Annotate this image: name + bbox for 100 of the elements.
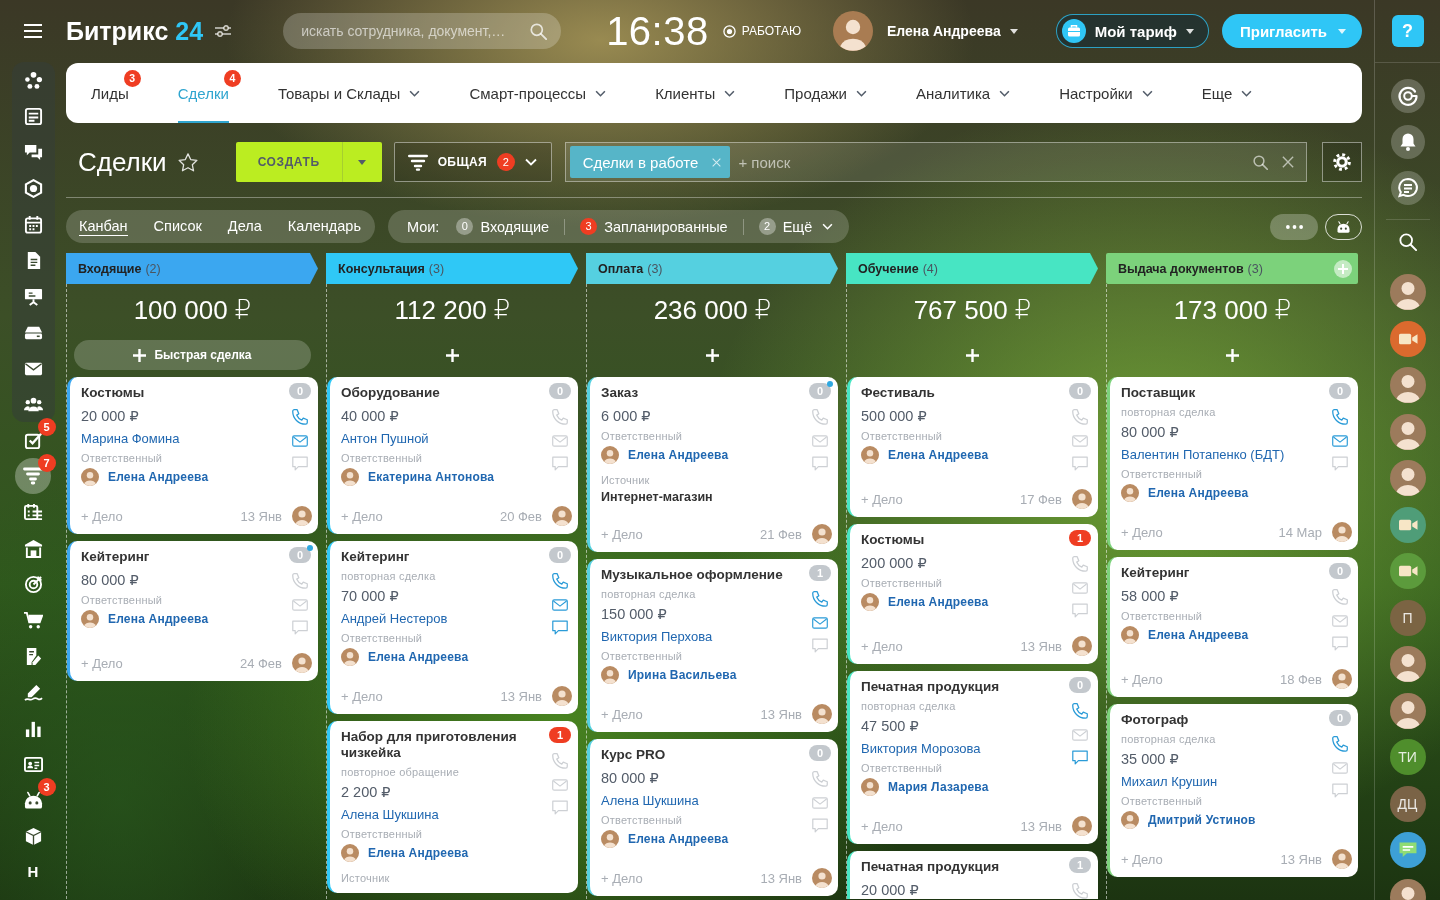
avatar-icon[interactable] [1389,646,1426,682]
quick-deal-button[interactable]: Быстрая сделка [74,340,311,370]
client-link[interactable]: Антон Пушной [341,428,429,450]
hexagon-icon[interactable] [23,178,43,198]
menu-tab[interactable]: Клиенты [655,63,736,123]
envelope-icon[interactable] [292,435,308,447]
counter-filter[interactable]: 0 Входящие [456,218,550,235]
phone-icon[interactable] [292,409,308,425]
menu-tab[interactable]: Настройки [1059,63,1153,123]
create-button[interactable]: СОЗДАТЬ [235,142,342,182]
category-button[interactable]: ОБЩАЯ 2 [393,142,552,182]
filter-input[interactable]: + поиск [738,151,1245,173]
deal-title[interactable]: Заказ [601,385,645,401]
responsible-link[interactable]: Елена Андреева [888,448,989,462]
responsible-link[interactable]: Елена Андреева [888,595,989,609]
signature-pen-icon[interactable] [23,682,43,702]
sliders-icon[interactable] [215,25,232,37]
calendar-list-icon[interactable] [23,502,43,522]
chat-bubble-icon[interactable] [1389,832,1426,868]
deal-title[interactable]: Костюмы [81,385,151,401]
plus-icon[interactable] [706,348,719,362]
deal-title[interactable]: Печатная продукция [861,859,1006,875]
contact-card-icon[interactable] [23,754,43,774]
client-link[interactable]: Марина Фомина [81,428,180,450]
star-icon[interactable] [177,152,198,172]
calendar-icon[interactable] [23,214,43,234]
deal-title[interactable]: Кейтеринг [81,549,156,565]
responsible-link[interactable]: Дмитрий Устинов [1148,813,1256,827]
chat-lines-icon[interactable] [1390,171,1425,205]
menu-tab[interactable]: Товары и Склады [277,63,421,123]
envelope-icon[interactable] [552,599,568,611]
work-status-button[interactable]: РАБОТАЮ [722,24,802,38]
client-link[interactable]: Алена Шукшина [341,804,439,826]
contact-initials[interactable]: ТИ [1389,739,1426,775]
client-link[interactable]: Алена Шукшина [601,790,699,812]
speech-bubble-icon[interactable] [1072,750,1088,765]
search-input[interactable]: искать сотрудника, документ,… [301,21,531,41]
avatar-icon[interactable] [1389,367,1426,403]
counter-filter[interactable]: 2 Ещё [758,218,834,235]
phone-icon[interactable] [1332,409,1348,425]
envelope-icon[interactable] [1332,435,1348,447]
avatar-icon[interactable] [1389,274,1426,310]
responsible-link[interactable]: Елена Андреева [628,448,729,462]
logo[interactable]: Битрикс 24 [66,16,204,46]
phone-icon[interactable] [1072,703,1088,719]
menu-icon[interactable] [24,24,42,38]
client-link[interactable]: Виктория Морозова [861,738,981,760]
avatar-icon[interactable] [1389,413,1426,450]
phone-icon[interactable] [1332,736,1348,752]
deal-title[interactable]: Кейтеринг [341,549,416,565]
client-link[interactable]: Валентин Потапенко (БДТ) [1121,444,1285,466]
presentation-board-icon[interactable] [23,286,43,306]
close-icon[interactable] [1282,156,1294,168]
plus-icon[interactable] [966,348,979,362]
target-icon[interactable] [23,574,43,594]
responsible-link[interactable]: Елена Андреева [108,470,209,484]
view-tab[interactable]: Календарь [287,217,361,236]
phone-icon[interactable] [812,591,828,607]
contact-initials[interactable]: П [1389,599,1426,636]
settings-button[interactable] [1322,142,1362,182]
chat-bubbles-icon[interactable] [23,142,43,162]
avatar-icon[interactable] [1389,692,1426,729]
menu-tab[interactable]: Продажи [784,63,867,123]
responsible-link[interactable]: Елена Андреева [1148,486,1249,500]
responsible-link[interactable]: Елена Андреева [628,832,729,846]
search-field[interactable]: искать сотрудника, документ,… [283,13,562,49]
tariff-button[interactable]: Мой тариф [1055,14,1209,48]
store-icon[interactable] [23,538,43,558]
deal-title[interactable]: Печатная продукция [861,679,1006,695]
menu-tab[interactable]: Аналитика [915,63,1011,123]
counter-filter[interactable]: 3 Запланированные [580,218,728,235]
responsible-link[interactable]: Елена Андреева [368,846,469,860]
menu-tab[interactable]: Смарт-процессы [469,63,607,123]
video-camera-icon[interactable] [1389,553,1426,589]
deal-title[interactable]: Курс PRO [601,747,672,763]
bell-icon[interactable] [1390,125,1425,159]
view-tab[interactable]: Дела [227,217,262,236]
responsible-link[interactable]: Мария Лазарева [888,780,989,794]
responsible-link[interactable]: Елена Андреева [368,650,469,664]
speech-bubble-icon[interactable] [552,620,568,635]
deal-title[interactable]: Музыкальное оформление [601,567,789,583]
video-camera-icon[interactable] [1389,320,1426,357]
search-icon[interactable] [1253,154,1268,170]
phone-icon[interactable] [552,573,568,589]
more-button[interactable] [1270,213,1318,240]
newspaper-icon[interactable] [23,106,43,126]
swirl-icon[interactable] [1390,79,1425,113]
view-tab[interactable]: Список [153,217,202,236]
cart-icon[interactable] [23,610,43,630]
deal-title[interactable]: Кейтеринг [1121,565,1196,581]
responsible-link[interactable]: Ирина Васильева [628,668,737,682]
avatar-icon[interactable] [832,11,873,51]
envelope-icon[interactable] [812,617,828,629]
search-icon[interactable] [1398,233,1417,251]
cube-icon[interactable] [23,826,43,846]
deal-title[interactable]: Фестиваль [861,385,941,401]
robot-icon[interactable] [23,790,43,810]
letter-avatar[interactable]: Н [19,858,47,886]
client-link[interactable]: Михаил Крушин [1121,771,1218,793]
video-camera-icon[interactable] [1389,506,1426,543]
